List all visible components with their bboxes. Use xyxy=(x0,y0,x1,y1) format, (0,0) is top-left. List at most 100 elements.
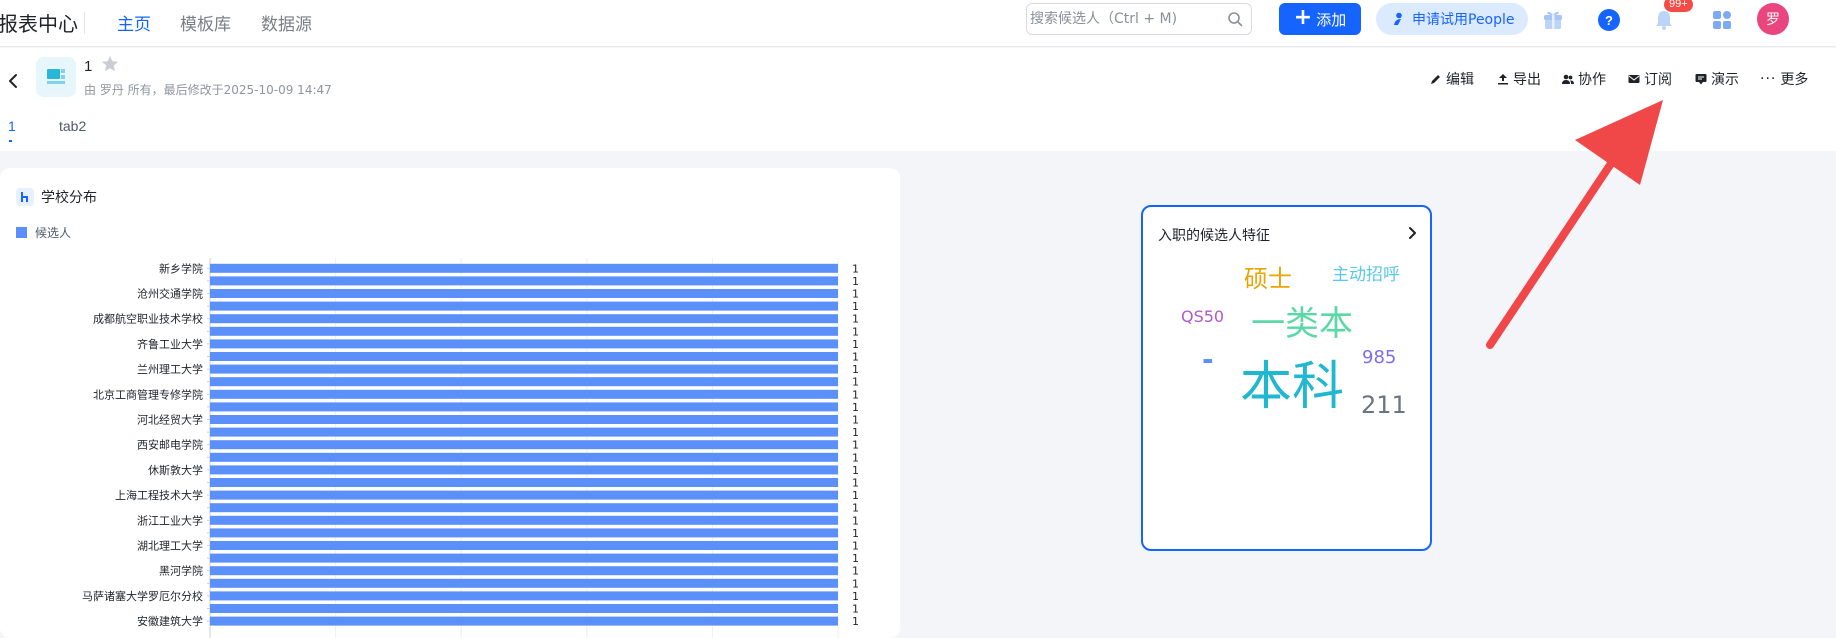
word-qs50: QS50 xyxy=(1181,307,1225,326)
search-input[interactable] xyxy=(1030,5,1220,33)
bar[interactable] xyxy=(210,566,838,576)
category-tick-label: 兰州理工大学 xyxy=(137,362,203,376)
bar-value-label: 1 xyxy=(852,414,859,427)
tab-1[interactable]: 1 xyxy=(8,118,16,134)
bar[interactable] xyxy=(210,578,838,588)
bar[interactable] xyxy=(210,263,838,273)
category-tick-label: 湖北理工大学 xyxy=(137,539,203,553)
school-distribution-card: 学校分布 候选人 1 新乡学院 1 1 沧州交通学院 1 1 成都航空职业技术学校 1 1 齐鲁工业… xyxy=(0,168,900,638)
word-985: 985 xyxy=(1362,347,1397,368)
more-label: 更多 xyxy=(1780,72,1809,88)
bar[interactable] xyxy=(210,427,838,437)
collaborate-label: 协作 xyxy=(1578,72,1606,88)
word-proactive-greeting: 主动招呼 xyxy=(1332,265,1400,285)
bar[interactable] xyxy=(210,415,838,424)
bar-value-label: 1 xyxy=(852,351,859,364)
category-tick-label: 河北经贸大学 xyxy=(137,413,203,427)
people-icon xyxy=(1562,74,1574,84)
nav-datasource[interactable]: 数据源 xyxy=(261,10,312,35)
word-dash: - xyxy=(1202,343,1214,376)
bar[interactable] xyxy=(210,440,838,450)
edit-button[interactable]: 编辑 xyxy=(1430,69,1474,89)
bar[interactable] xyxy=(210,389,838,399)
bar[interactable] xyxy=(210,276,838,286)
report-icon xyxy=(36,57,76,97)
person-icon xyxy=(1394,12,1402,25)
wordcloud-title: 入职的候选人特征 xyxy=(1158,228,1270,244)
bar[interactable] xyxy=(210,352,838,361)
annotation-arrow xyxy=(1486,100,1663,349)
subscribe-button[interactable]: 订阅 xyxy=(1628,69,1672,89)
apply-trial-label: 申请试用People xyxy=(1412,12,1515,28)
bar-chart[interactable]: 1新乡学院11沧州交通学院11成都航空职业技术学校11齐鲁工业大学11兰州理工大… xyxy=(0,258,900,638)
title-divider xyxy=(84,12,85,34)
bar[interactable] xyxy=(210,541,838,550)
bar[interactable] xyxy=(210,301,838,311)
nav-home[interactable]: 主页 xyxy=(117,10,151,35)
bar[interactable] xyxy=(210,490,838,500)
bar[interactable] xyxy=(210,326,838,336)
bar[interactable] xyxy=(210,604,838,613)
word-master: 硕士 xyxy=(1244,265,1292,293)
bar[interactable] xyxy=(210,339,838,349)
nav-templates[interactable]: 模板库 xyxy=(180,10,231,35)
bar-value-label: 1 xyxy=(852,565,859,578)
category-tick-label: 上海工程技术大学 xyxy=(115,488,203,502)
upload-icon xyxy=(1498,74,1508,85)
collaborate-button[interactable]: 协作 xyxy=(1562,69,1606,89)
bar[interactable] xyxy=(210,465,838,475)
bar[interactable] xyxy=(210,289,838,298)
category-tick-label: 马萨诸塞大学罗厄尔分校 xyxy=(82,589,203,603)
bar[interactable] xyxy=(210,364,838,374)
bar[interactable] xyxy=(210,314,838,324)
bar[interactable] xyxy=(210,515,838,525)
present-button[interactable]: 演示 xyxy=(1695,69,1739,89)
bar-value-label: 1 xyxy=(852,552,859,565)
bar[interactable] xyxy=(210,402,838,412)
category-tick-label: 齐鲁工业大学 xyxy=(137,337,203,351)
more-button[interactable]: ··· 更多 xyxy=(1760,69,1808,89)
bar[interactable] xyxy=(210,553,838,563)
category-tick-label: 安徽建筑大学 xyxy=(137,614,203,628)
chevron-right-icon[interactable] xyxy=(1407,226,1417,240)
bar[interactable] xyxy=(210,478,838,487)
pencil-icon xyxy=(1431,75,1440,84)
category-tick-label: 休斯敦大学 xyxy=(148,463,203,477)
present-label: 演示 xyxy=(1711,72,1739,88)
bar[interactable] xyxy=(210,452,838,462)
legend-label: 候选人 xyxy=(35,226,72,240)
user-avatar[interactable]: 罗 xyxy=(1757,3,1789,35)
gift-icon[interactable] xyxy=(1541,8,1565,32)
apps-grid-icon[interactable] xyxy=(1710,8,1734,32)
app-title: 报表中心 xyxy=(0,12,78,36)
top-navigation-bar: 报表中心 主页 模板库 数据源 + 添加 申请试用People ? xyxy=(0,0,1836,47)
bar-value-label: 1 xyxy=(852,363,859,376)
tab-tab2[interactable]: tab2 xyxy=(59,118,86,134)
bar[interactable] xyxy=(210,377,838,387)
bar-value-label: 1 xyxy=(852,439,859,452)
bar-value-label: 1 xyxy=(852,527,859,540)
star-icon[interactable] xyxy=(101,55,119,73)
bar-value-label: 1 xyxy=(852,615,859,628)
apply-trial-button[interactable]: 申请试用People xyxy=(1376,3,1528,35)
active-tab-indicator xyxy=(9,140,12,142)
search-icon[interactable] xyxy=(1227,11,1243,27)
bar-value-label: 1 xyxy=(852,388,859,401)
bar-value-label: 1 xyxy=(852,489,859,502)
card-header: 学校分布 xyxy=(16,187,97,207)
chart-legend[interactable]: 候选人 xyxy=(16,224,71,241)
bar[interactable] xyxy=(210,503,838,513)
help-icon[interactable]: ? xyxy=(1597,8,1621,32)
bar-value-label: 1 xyxy=(852,590,859,603)
bar[interactable] xyxy=(210,616,838,626)
bar-value-label: 1 xyxy=(852,464,859,477)
back-arrow-icon[interactable] xyxy=(6,71,20,91)
category-tick-label: 成都航空职业技术学校 xyxy=(93,312,203,326)
bar[interactable] xyxy=(210,591,838,601)
add-button[interactable]: + 添加 xyxy=(1279,3,1361,35)
export-button[interactable]: 导出 xyxy=(1497,69,1541,89)
bar-value-label: 1 xyxy=(852,426,859,439)
bar[interactable] xyxy=(210,528,838,538)
export-label: 导出 xyxy=(1513,72,1541,88)
hired-candidate-traits-card[interactable]: 入职的候选人特征 硕士 主动招呼 QS50 一类本 - 本科 985 211 xyxy=(1141,205,1432,551)
